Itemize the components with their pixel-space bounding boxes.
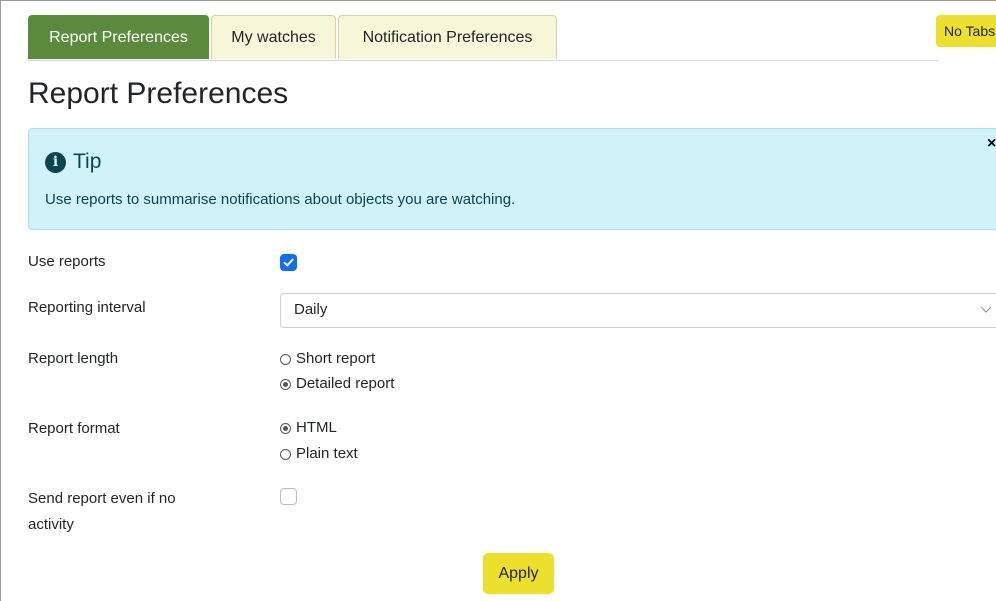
tip-heading: i Tip <box>45 150 101 174</box>
report-format-label: Report format <box>28 420 120 437</box>
html-label: HTML <box>296 419 337 436</box>
tab-report-preferences[interactable]: Report Preferences <box>28 15 209 59</box>
apply-button[interactable]: Apply <box>483 553 554 594</box>
reporting-interval-label: Reporting interval <box>28 299 146 316</box>
radio-detailed-report[interactable] <box>280 378 291 390</box>
tab-notification-preferences[interactable]: Notification Preferences <box>338 15 557 59</box>
tab-bar: Report Preferences My watches Notificati… <box>28 15 938 61</box>
tip-heading-label: Tip <box>73 150 102 173</box>
plain-text-label: Plain text <box>296 445 358 462</box>
send-if-no-activity-checkbox[interactable] <box>280 488 297 505</box>
radio-plain-text[interactable] <box>280 448 291 460</box>
chevron-down-icon <box>980 306 992 313</box>
tip-panel: i Tip Use reports to summarise notificat… <box>28 128 996 230</box>
tab-my-watches[interactable]: My watches <box>211 15 336 59</box>
info-icon: i <box>45 151 66 173</box>
checkmark-icon <box>283 258 294 267</box>
no-tabs-button[interactable]: No Tabs <box>936 15 996 47</box>
reporting-interval-value: Daily <box>294 301 328 318</box>
detailed-report-label: Detailed report <box>296 375 395 392</box>
report-length-label: Report length <box>28 350 119 367</box>
report-format-html-option[interactable]: HTML <box>280 417 337 439</box>
radio-html[interactable] <box>280 422 291 434</box>
page-frame: Report Preferences My watches Notificati… <box>0 0 996 601</box>
report-format-plain-option[interactable]: Plain text <box>280 443 358 465</box>
send-if-no-activity-label: Send report even if no activity <box>28 490 176 533</box>
radio-short-report[interactable] <box>280 353 291 365</box>
use-reports-label: Use reports <box>28 253 106 270</box>
report-length-detailed-option[interactable]: Detailed report <box>280 373 394 395</box>
close-icon[interactable]: × <box>987 135 996 153</box>
report-length-short-option[interactable]: Short report <box>280 348 375 370</box>
short-report-label: Short report <box>296 350 376 367</box>
tip-text: Use reports to summarise notifications a… <box>45 191 516 208</box>
page-title: Report Preferences <box>28 77 289 110</box>
use-reports-checkbox[interactable] <box>280 254 297 271</box>
reporting-interval-select[interactable]: Daily <box>280 293 996 328</box>
